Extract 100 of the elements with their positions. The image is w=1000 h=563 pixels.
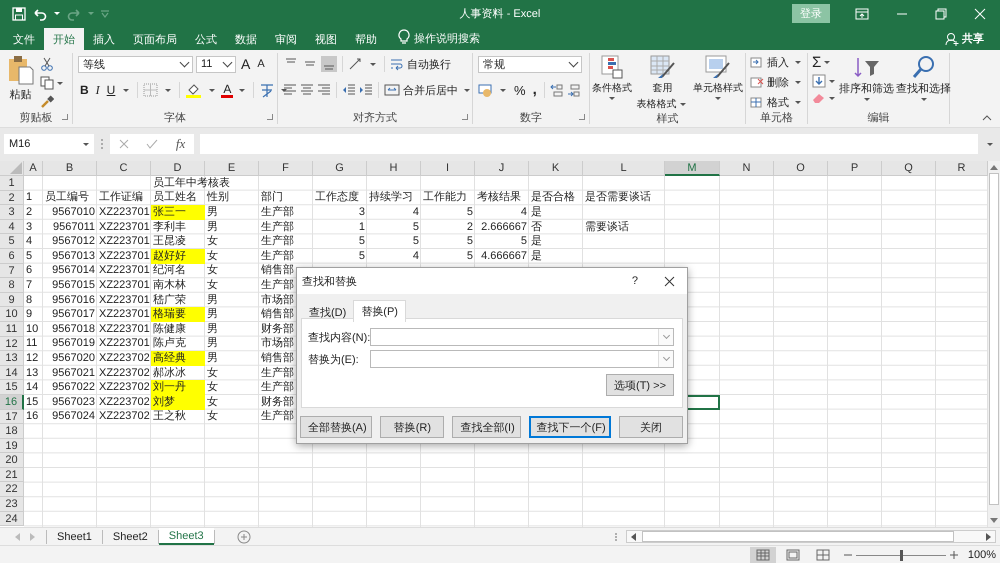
row-header[interactable]: 2	[0, 190, 24, 206]
ribbon-tab[interactable]: 帮助	[346, 28, 386, 50]
dialog-button[interactable]: 全部替换(A)	[300, 416, 372, 438]
delete-cells-button[interactable]: 删除	[750, 74, 804, 90]
row-header[interactable]: 3	[0, 205, 24, 220]
new-sheet-icon[interactable]	[236, 530, 251, 544]
caret-icon[interactable]	[609, 97, 615, 100]
caret-icon[interactable]	[281, 88, 288, 92]
input-field[interactable]	[370, 350, 674, 368]
caret-icon[interactable]	[795, 100, 801, 104]
sheet-tab[interactable]: Sheet3	[158, 528, 214, 545]
borders-icon[interactable]	[143, 83, 160, 97]
decrease-indent-icon[interactable]	[342, 83, 356, 97]
ribbon-tab[interactable]: 开始	[44, 28, 84, 50]
caret-icon[interactable]	[370, 62, 376, 66]
slider-thumb[interactable]	[900, 550, 903, 560]
decrease-decimal-icon[interactable]	[566, 83, 581, 97]
align-right-icon[interactable]	[317, 83, 331, 97]
dialog-button[interactable]: 查找下一个(F)	[528, 416, 611, 438]
ribbon-tab[interactable]: 页面布局	[124, 28, 186, 50]
number-format-field[interactable]: 常规	[478, 56, 582, 72]
dialog-button[interactable]: 查找全部(I)	[452, 416, 521, 438]
column-header[interactable]: C	[97, 161, 151, 176]
row-header[interactable]: 8	[0, 278, 24, 293]
underline-button[interactable]: U	[104, 83, 118, 97]
row-header[interactable]: 18	[0, 424, 24, 439]
caret-icon[interactable]	[123, 88, 130, 92]
row-header[interactable]: 9	[0, 292, 24, 308]
collapse-ribbon-icon[interactable]	[982, 115, 992, 121]
font-size-field[interactable]: 11	[196, 56, 236, 72]
dialog-tab[interactable]: 查找(D)	[302, 303, 354, 321]
column-header[interactable]: I	[421, 161, 475, 176]
autosum-button[interactable]: Σ	[812, 55, 822, 70]
paste-button[interactable]: 粘贴	[6, 55, 34, 102]
row-header[interactable]: 10	[0, 307, 24, 322]
column-header[interactable]: E	[205, 161, 259, 176]
find-select-button[interactable]: 查找和选择	[895, 55, 952, 101]
caret-icon[interactable]	[864, 98, 870, 101]
format-as-table-button[interactable]: 套用 表格格式	[636, 55, 690, 111]
caret-icon[interactable]	[829, 80, 835, 82]
row-header[interactable]: 16	[0, 394, 24, 410]
currency-icon[interactable]	[478, 82, 494, 98]
column-header[interactable]: G	[313, 161, 367, 176]
column-header[interactable]: F	[259, 161, 313, 176]
restore-icon[interactable]	[935, 8, 947, 20]
column-header[interactable]: D	[151, 161, 205, 176]
dropdown-button[interactable]	[658, 329, 673, 345]
launcher-icon[interactable]	[62, 114, 68, 120]
row-header[interactable]: 13	[0, 351, 24, 366]
bold-button[interactable]: B	[78, 83, 91, 97]
sort-filter-button[interactable]: 排序和筛选	[838, 55, 895, 101]
fill-down-icon[interactable]	[812, 74, 826, 88]
person-icon[interactable]	[945, 32, 959, 46]
caret-icon[interactable]	[680, 102, 686, 106]
cell-styles-button[interactable]: 单元格样式	[692, 55, 744, 100]
vertical-scrollbar[interactable]	[988, 161, 1000, 527]
column-header[interactable]: N	[720, 161, 774, 176]
row-header[interactable]: 6	[0, 248, 24, 264]
caret-icon[interactable]	[209, 88, 216, 92]
undo-icon[interactable]	[32, 6, 48, 20]
ribbon-tab[interactable]: 数据	[226, 28, 266, 50]
ribbon-tab[interactable]: 视图	[306, 28, 346, 50]
caret-icon[interactable]	[56, 82, 62, 84]
row-header[interactable]: 14	[0, 366, 24, 380]
row-header[interactable]: 5	[0, 234, 24, 249]
insert-cells-button[interactable]: 插入	[750, 55, 804, 70]
ribbon-display-icon[interactable]	[855, 8, 869, 20]
font-color-button[interactable]: A	[221, 82, 234, 98]
splitter-icon[interactable]	[614, 532, 618, 542]
scroll-down-icon[interactable]	[990, 518, 998, 524]
input-field[interactable]	[370, 328, 674, 346]
row-header[interactable]: 23	[0, 497, 24, 512]
caret-icon[interactable]	[500, 88, 506, 92]
fill-color-icon[interactable]	[185, 82, 204, 98]
row-header[interactable]: 11	[0, 322, 24, 337]
row-header[interactable]: 20	[0, 453, 24, 468]
paintbrush-icon[interactable]	[40, 95, 54, 109]
help-button[interactable]: ?	[632, 275, 638, 287]
column-header[interactable]: A	[24, 161, 43, 176]
increase-indent-icon[interactable]	[359, 83, 373, 97]
ribbon-tab[interactable]: 文件	[4, 28, 44, 50]
column-header[interactable]: L	[583, 161, 665, 176]
comma-button[interactable]: ,	[530, 84, 539, 96]
bottom-align-icon[interactable]	[321, 56, 337, 72]
column-header[interactable]: R	[936, 161, 988, 176]
merge-center-button[interactable]: 合并后居中	[384, 82, 458, 98]
caret-icon[interactable]	[715, 97, 721, 100]
caret-icon[interactable]	[920, 98, 926, 101]
column-header[interactable]: K	[529, 161, 583, 176]
align-center-icon[interactable]	[300, 83, 314, 97]
sheet-tab[interactable]: Sheet2	[102, 528, 158, 545]
dialog-button[interactable]: 关闭	[618, 416, 683, 438]
caret-icon[interactable]	[165, 88, 172, 92]
caret-icon[interactable]	[987, 142, 993, 146]
launcher-icon[interactable]	[579, 114, 585, 120]
italic-button[interactable]: I	[94, 82, 102, 98]
sheet-tab[interactable]: Sheet1	[47, 528, 102, 545]
row-header[interactable]: 4	[0, 220, 24, 234]
copy-icon[interactable]	[40, 76, 54, 90]
column-header[interactable]: Q	[882, 161, 936, 176]
